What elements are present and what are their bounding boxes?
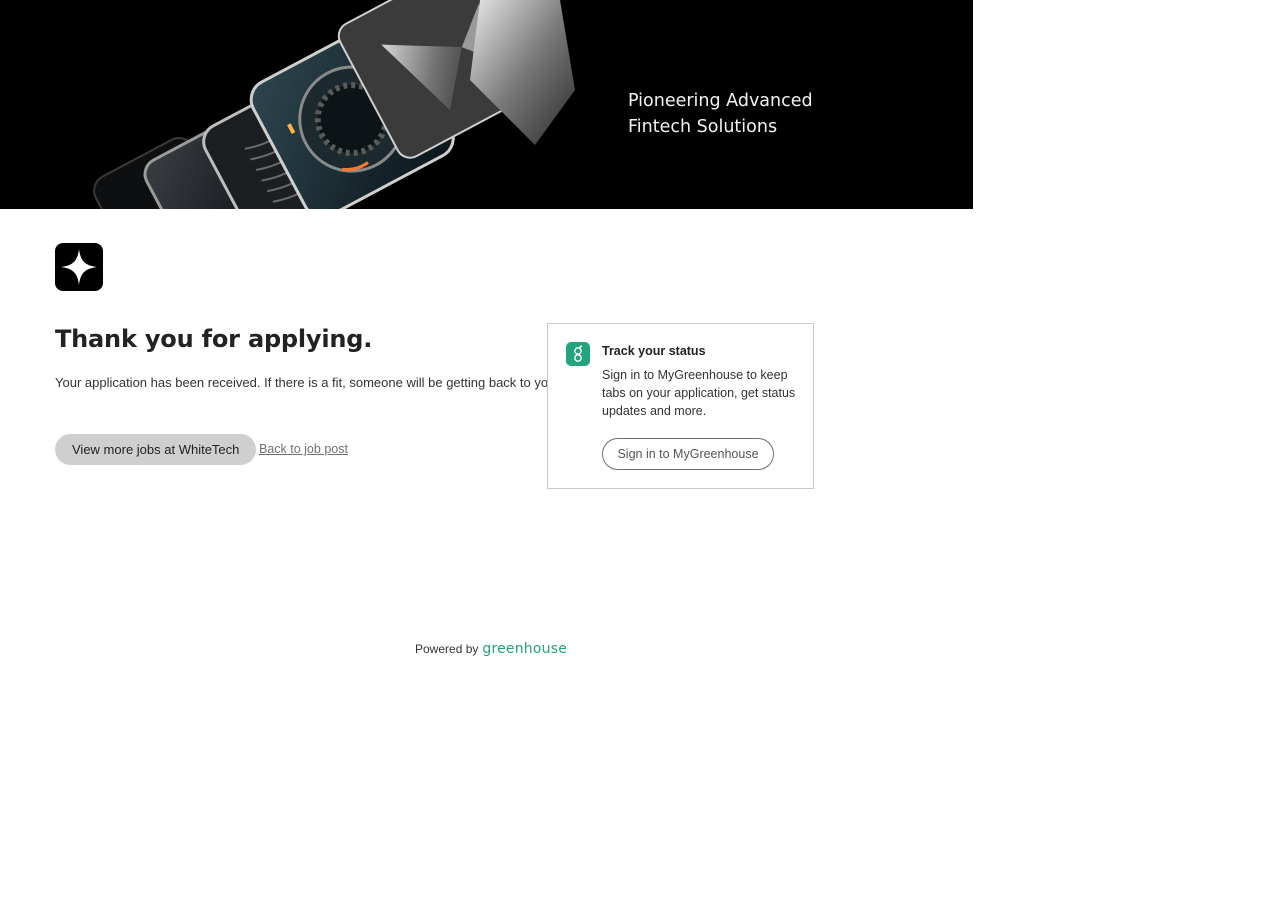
hero-banner: Pioneering Advanced Fintech Solutions — [0, 0, 973, 209]
powered-by-footer: Powered by greenhouse — [415, 641, 567, 657]
four-point-star-icon — [61, 249, 97, 285]
track-status-card: Track your status Sign in to MyGreenhous… — [547, 323, 814, 489]
page-title: Thank you for applying. — [55, 325, 373, 353]
view-more-jobs-button[interactable]: View more jobs at WhiteTech — [55, 434, 257, 465]
confirmation-message: Your application has been received. If t… — [55, 375, 559, 390]
banner-tagline: Pioneering Advanced Fintech Solutions — [628, 91, 813, 137]
back-to-job-post-link[interactable]: Back to job post — [259, 441, 348, 457]
track-status-description: Sign in to MyGreenhouse to keep tabs on … — [602, 368, 796, 418]
sign-in-mygreenhouse-button[interactable]: Sign in to MyGreenhouse — [602, 438, 774, 470]
greenhouse-g-icon — [566, 342, 590, 366]
page: Pioneering Advanced Fintech Solutions Th… — [0, 0, 1277, 904]
company-logo — [55, 243, 103, 291]
greenhouse-logo-link[interactable]: greenhouse — [482, 641, 567, 657]
track-status-title: Track your status — [602, 344, 706, 358]
powered-by-label: Powered by — [415, 642, 479, 656]
